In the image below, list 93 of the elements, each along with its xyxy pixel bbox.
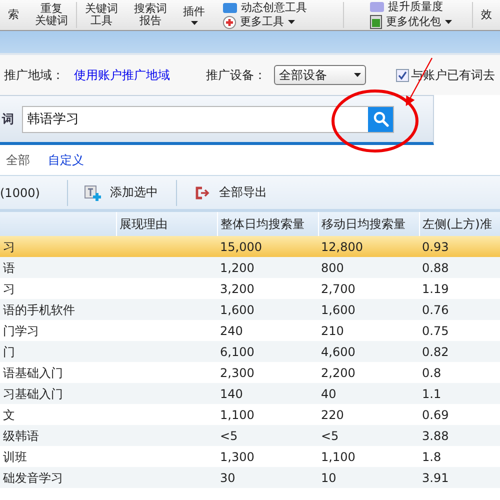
- table-row[interactable]: 门 6,100 4,600 0.82: [0, 341, 500, 362]
- keyword-cell: 文: [0, 404, 116, 425]
- export-all-button[interactable]: 全部导出: [177, 184, 285, 201]
- table-cell: 220: [318, 404, 419, 425]
- keyword-cell: 门学习: [0, 320, 116, 341]
- table-cell: 12,800: [318, 236, 419, 257]
- keyword-cell: 语的手机软件: [0, 299, 116, 320]
- table-cell: 0.93: [419, 236, 500, 257]
- table-cell: 3.91: [419, 467, 500, 488]
- keyword-cell: 语: [0, 257, 116, 278]
- table-cell: 10: [318, 467, 419, 488]
- table-cell: 30: [217, 467, 318, 488]
- caret-icon: [354, 73, 361, 77]
- table-cell: 2,200: [318, 362, 419, 383]
- table-cell: 3.88: [419, 425, 500, 446]
- table-cell: 0.69: [419, 404, 500, 425]
- table-cell: 1.1: [419, 383, 500, 404]
- table-cell: 1,100: [217, 404, 318, 425]
- toolbar-button[interactable]: 关键词 工具: [77, 0, 126, 30]
- table-row[interactable]: 习 15,000 12,800 0.93: [0, 236, 500, 257]
- tool-button[interactable]: 更多优化包: [370, 15, 452, 29]
- keyword-cell: 习: [0, 278, 116, 299]
- result-count: (1000): [0, 186, 41, 200]
- table-cell: 1,300: [217, 446, 318, 467]
- table-row[interactable]: 文 1,100 220 0.69: [0, 404, 500, 425]
- export-icon: [195, 186, 211, 200]
- table-cell: 1.8: [419, 446, 500, 467]
- table-row[interactable]: 语 1,200 800 0.88: [0, 257, 500, 278]
- table-cell: 1,600: [318, 299, 419, 320]
- table-row[interactable]: 训班 1,300 1,100 1.8: [0, 446, 500, 467]
- battery-icon: [370, 15, 382, 29]
- toolbar-button[interactable]: 插件: [175, 0, 213, 30]
- keyword-cell: 门: [0, 341, 116, 362]
- keyword-cell: 础发音学习: [0, 467, 116, 488]
- table-cell: 1,200: [217, 257, 318, 278]
- table-row[interactable]: 语的手机软件 1,600 1,600 0.76: [0, 299, 500, 320]
- window-icon: [223, 2, 237, 12]
- column-header[interactable]: 整体日均搜索量: [217, 212, 318, 236]
- tool-button[interactable]: 动态创意工具: [223, 2, 307, 14]
- table-cell: <5: [217, 425, 318, 446]
- table-cell: 6,100: [217, 341, 318, 362]
- column-header[interactable]: 移动日均搜索量: [318, 212, 419, 236]
- table-cell: 15,000: [217, 236, 318, 257]
- table-row[interactable]: 级韩语 <5 <5 3.88: [0, 425, 500, 446]
- table-cell: 0.8: [419, 362, 500, 383]
- region-link[interactable]: 使用账户推广地域: [74, 66, 170, 84]
- view-tab[interactable]: 全部: [6, 152, 30, 168]
- add-selected-button[interactable]: 添加选中: [68, 184, 176, 201]
- table-row[interactable]: 习基础入门 140 40 1.1: [0, 383, 500, 404]
- table-row[interactable]: 础发音学习 30 10 3.91: [0, 467, 500, 488]
- table-cell: 210: [318, 320, 419, 341]
- toolbar-button[interactable]: 效: [473, 0, 500, 30]
- keyword-cell: 习: [0, 236, 116, 257]
- plus-icon: [223, 16, 236, 28]
- table-cell: 3,200: [217, 278, 318, 299]
- toolbar-button[interactable]: 重复 关键词: [27, 0, 76, 30]
- keyword-cell: 级韩语: [0, 425, 116, 446]
- keyword-cell: 语基础入门: [0, 362, 116, 383]
- search-label: 词: [2, 110, 14, 128]
- add-text-icon: [84, 184, 102, 200]
- keyword-cell: 训班: [0, 446, 116, 467]
- table-cell: 0.76: [419, 299, 500, 320]
- table-cell: 1,600: [217, 299, 318, 320]
- table-cell: 0.75: [419, 320, 500, 341]
- table-cell: 240: [217, 320, 318, 341]
- region-label: 推广地域：: [4, 66, 64, 84]
- table-cell: 4,600: [318, 341, 419, 362]
- table-cell: 800: [318, 257, 419, 278]
- table-cell: 0.88: [419, 257, 500, 278]
- toolbar-button[interactable]: 索: [0, 0, 27, 30]
- device-dropdown[interactable]: 全部设备: [274, 65, 366, 85]
- badge-icon: [370, 2, 384, 12]
- table-cell: 1,100: [318, 446, 419, 467]
- column-header[interactable]: 左侧(上方)准: [419, 212, 500, 236]
- table-cell: 140: [217, 383, 318, 404]
- dedupe-checkbox[interactable]: [396, 68, 409, 82]
- table-cell: <5: [318, 425, 419, 446]
- view-tab[interactable]: 自定义: [48, 152, 84, 168]
- device-label: 推广设备：: [206, 66, 266, 84]
- toolbar-button[interactable]: 搜索词 报告: [126, 0, 175, 30]
- table-cell: 2,700: [318, 278, 419, 299]
- table-cell: 0.82: [419, 341, 500, 362]
- table-cell: 2,300: [217, 362, 318, 383]
- table-row[interactable]: 习 3,200 2,700 1.19: [0, 278, 500, 299]
- annotation-arrow: [406, 58, 433, 106]
- table-row[interactable]: 语基础入门 2,300 2,200 0.8: [0, 362, 500, 383]
- table-cell: 40: [318, 383, 419, 404]
- table-row[interactable]: 门学习 240 210 0.75: [0, 320, 500, 341]
- tool-button[interactable]: 提升质量度: [370, 1, 452, 13]
- table-cell: 1.19: [419, 278, 500, 299]
- column-header[interactable]: 展现理由: [116, 212, 217, 236]
- tool-button[interactable]: 更多工具: [223, 16, 307, 28]
- keyword-cell: 习基础入门: [0, 383, 116, 404]
